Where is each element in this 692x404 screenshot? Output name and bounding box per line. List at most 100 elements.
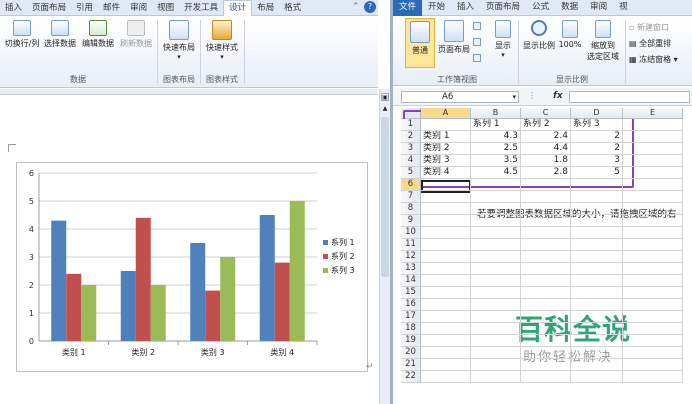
cell[interactable] [571,347,623,359]
cell[interactable] [521,359,571,371]
cell[interactable]: 类别 3 [421,155,471,167]
row-header-16[interactable]: 16 [401,299,421,311]
row-header-4[interactable]: 4 [401,155,421,167]
cell[interactable]: 类别 4 [421,167,471,179]
cell[interactable] [623,179,683,191]
row-header-17[interactable]: 17 [401,311,421,323]
cell[interactable] [571,227,623,239]
cell[interactable] [571,299,623,311]
full-screen-icon[interactable] [473,54,481,62]
cell[interactable] [623,227,683,239]
row-header-5[interactable]: 5 [401,167,421,179]
cell[interactable] [623,275,683,287]
cell[interactable] [571,239,623,251]
row-header-1[interactable]: 1 [401,119,421,131]
cell[interactable] [521,371,571,383]
cell[interactable] [421,263,471,275]
dropdown-arrow-icon[interactable]: ▾ [512,92,516,102]
cell[interactable] [623,215,683,227]
cell[interactable] [421,179,471,191]
row-header-8[interactable]: 8 [401,203,421,215]
cell[interactable]: 系列 1 [471,119,521,131]
cell[interactable] [571,203,623,215]
cell[interactable] [421,215,471,227]
cell[interactable] [421,347,471,359]
cell[interactable] [521,227,571,239]
cell[interactable] [471,275,521,287]
freeze-panes-button[interactable]: ▦ 冻结窗格 ▾ [629,54,678,65]
name-box[interactable]: A6 ▾ [401,91,519,103]
cell[interactable] [521,311,571,323]
tab-format[interactable]: 格式 [279,1,306,17]
cell[interactable] [421,239,471,251]
arrange-all-button[interactable]: ▤ 全部重排 [629,38,671,49]
cell[interactable] [521,239,571,251]
cell[interactable] [471,371,521,383]
help-icon[interactable]: ? [364,1,376,13]
zoom-100-button[interactable]: 100% [557,20,583,49]
cell[interactable] [421,203,471,215]
cell[interactable] [623,119,683,131]
column-header-d[interactable]: D [571,108,623,119]
cell[interactable] [571,179,623,191]
cell[interactable] [471,191,521,203]
row-header-12[interactable]: 12 [401,251,421,263]
cell[interactable]: 4.3 [471,131,521,143]
cell[interactable] [421,287,471,299]
cell[interactable] [623,263,683,275]
tab-review[interactable]: 审阅 [584,0,613,16]
cell[interactable] [623,359,683,371]
cell[interactable] [521,275,571,287]
cell[interactable] [471,287,521,299]
quick-layout-button[interactable]: 快速布局 ▾ [160,20,198,61]
cell[interactable] [623,155,683,167]
cell[interactable]: 系列 2 [521,119,571,131]
zoom-to-selection-button[interactable]: 缩放到 选定区域 [585,20,621,62]
tab-view[interactable]: 视图 [152,1,179,17]
row-header-22[interactable]: 22 [401,371,421,383]
embedded-bar-chart[interactable]: 0 1 2 3 4 5 6 类别 1 类别 2 类别 3 类别 4 系列 1 系列 2 系列 3 [17,163,369,373]
row-header-7[interactable]: 7 [401,191,421,203]
cell[interactable] [521,251,571,263]
cell[interactable] [421,119,471,131]
cell[interactable] [623,251,683,263]
formula-input[interactable] [569,91,690,103]
cell[interactable] [571,215,623,227]
row-header-14[interactable]: 14 [401,275,421,287]
tab-page-layout[interactable]: 页面布局 [480,0,526,16]
cell[interactable] [521,335,571,347]
cell[interactable] [421,371,471,383]
scroll-up-icon[interactable]: ▲ [381,105,389,112]
ruler-toggle-icon[interactable]: ▣ [381,93,389,101]
cell[interactable] [623,371,683,383]
switch-row-column-button[interactable]: 切换行/列 [4,20,40,49]
cell[interactable] [571,275,623,287]
cell[interactable] [623,287,683,299]
column-header-b[interactable]: B [471,108,521,119]
select-data-button[interactable]: 选择数据 [42,20,78,49]
cell[interactable] [623,239,683,251]
cell[interactable]: 系列 3 [571,119,623,131]
cell[interactable]: 5 [571,167,623,179]
edit-data-button[interactable]: 编辑数据 [80,20,116,49]
row-header-2[interactable]: 2 [401,131,421,143]
cell[interactable] [521,323,571,335]
custom-views-icon[interactable] [473,38,481,46]
cell[interactable] [421,275,471,287]
refresh-data-button[interactable]: 刷新数据 [118,20,154,49]
cell[interactable]: 类别 1 [421,131,471,143]
tab-insert[interactable]: 插入 [451,0,480,16]
cell[interactable] [421,323,471,335]
column-header-e[interactable]: E [623,108,683,119]
row-header-15[interactable]: 15 [401,287,421,299]
cell[interactable] [623,299,683,311]
quick-style-button[interactable]: 快速样式 ▾ [203,20,241,61]
cell[interactable] [471,335,521,347]
tab-insert[interactable]: 插入 [0,1,27,17]
row-header-11[interactable]: 11 [401,239,421,251]
cell[interactable] [471,227,521,239]
minimize-ribbon-icon[interactable]: ⌃ [352,2,360,12]
cell[interactable] [623,191,683,203]
cell[interactable] [571,287,623,299]
cell[interactable] [521,179,571,191]
